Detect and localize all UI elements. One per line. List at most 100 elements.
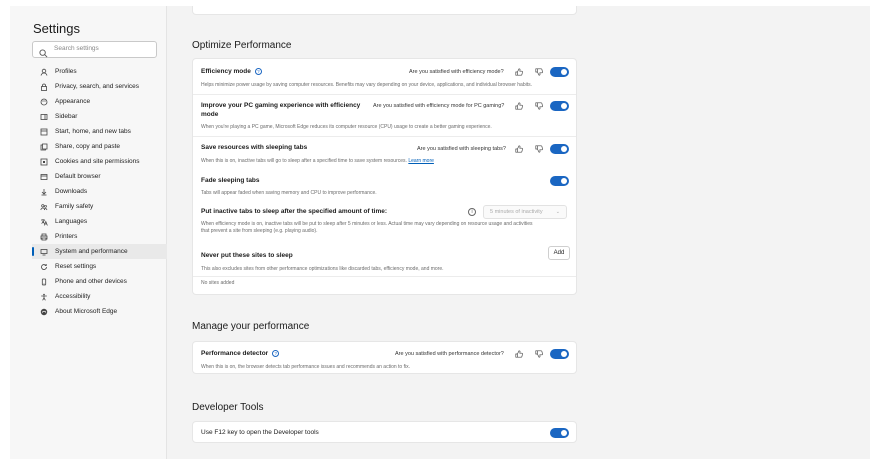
phone-icon bbox=[40, 278, 48, 286]
download-icon bbox=[40, 188, 48, 196]
thumbs-up-icon[interactable] bbox=[515, 68, 523, 76]
sleeping-tabs-desc: When this is on, inactive tabs will go t… bbox=[201, 158, 568, 165]
sidebar-item-accessibility[interactable]: Accessibility bbox=[32, 289, 167, 304]
sidebar-item-appearance[interactable]: Appearance bbox=[32, 94, 167, 109]
sidebar-item-label: Appearance bbox=[55, 98, 91, 105]
thumbs-down-icon[interactable] bbox=[535, 145, 543, 153]
share-icon bbox=[40, 143, 48, 151]
sidebar-item-label: Printers bbox=[55, 233, 78, 240]
sidebar-item-sidebar[interactable]: Sidebar bbox=[32, 109, 167, 124]
fade-sleeping-toggle[interactable] bbox=[550, 176, 569, 186]
sidebar-item-label: Downloads bbox=[55, 188, 88, 195]
efficiency-feedback-question: Are you satisfied with efficiency mode? bbox=[409, 69, 504, 75]
sidebar-item-reset-settings[interactable]: Reset settings bbox=[32, 259, 167, 274]
efficiency-mode-title: Efficiency mode bbox=[201, 68, 251, 75]
efficiency-mode-desc: Helps minimize power usage by saving com… bbox=[201, 82, 533, 88]
thumbs-down-icon[interactable] bbox=[535, 102, 543, 110]
home-icon bbox=[40, 128, 48, 136]
section-heading-devtools: Developer Tools bbox=[192, 402, 264, 413]
help-icon[interactable]: ? bbox=[272, 349, 280, 357]
sidebar-item-downloads[interactable]: Downloads bbox=[32, 184, 167, 199]
sidebar-item-label: Accessibility bbox=[55, 293, 91, 300]
never-sleep-desc: This also excludes sites from other perf… bbox=[201, 266, 444, 272]
search-placeholder: Search settings bbox=[54, 45, 99, 52]
sidebar-item-share-copy-and-paste[interactable]: Share, copy and paste bbox=[32, 139, 167, 154]
inactivity-time-select[interactable]: 5 minutes of inactivity ⌄ bbox=[483, 205, 567, 219]
f12-toggle[interactable] bbox=[550, 428, 569, 438]
detector-feedback-question: Are you satisfied with performance detec… bbox=[395, 351, 504, 357]
fade-sleeping-desc: Tabs will appear faded when saving memor… bbox=[201, 190, 377, 196]
sidebar-item-printers[interactable]: Printers bbox=[32, 229, 167, 244]
settings-window: Settings Search settings Profiles Privacy… bbox=[10, 6, 870, 459]
search-icon bbox=[39, 45, 48, 58]
sidebar-item-system-and-performance[interactable]: System and performance bbox=[32, 244, 167, 259]
system-icon bbox=[40, 248, 48, 256]
lock-icon bbox=[40, 83, 48, 91]
sidebar-item-label: Default browser bbox=[55, 173, 101, 180]
sidebar-item-default-browser[interactable]: Default browser bbox=[32, 169, 167, 184]
gaming-toggle[interactable] bbox=[550, 101, 569, 111]
sleeping-tabs-toggle[interactable] bbox=[550, 144, 569, 154]
thumbs-up-icon[interactable] bbox=[515, 145, 523, 153]
help-icon[interactable]: ? bbox=[254, 67, 262, 75]
never-sleep-title: Never put these sites to sleep bbox=[201, 252, 293, 259]
sidebar-nav: Profiles Privacy, search, and services App… bbox=[32, 64, 167, 319]
info-icon[interactable]: i bbox=[468, 208, 476, 216]
main-content: Optimize Performance Efficiency mode? Ar… bbox=[168, 6, 870, 459]
gaming-title: Improve your PC gaming experience with e… bbox=[201, 102, 361, 118]
sidebar-item-phone-and-other-devices[interactable]: Phone and other devices bbox=[32, 274, 167, 289]
sidebar-item-privacy-search-and-services[interactable]: Privacy, search, and services bbox=[32, 79, 167, 94]
thumbs-down-icon[interactable] bbox=[535, 350, 543, 358]
section-heading-optimize: Optimize Performance bbox=[192, 40, 292, 51]
divider bbox=[193, 276, 576, 277]
printer-icon bbox=[40, 233, 48, 241]
cookie-icon bbox=[40, 158, 48, 166]
sidebar-item-label: Reset settings bbox=[55, 263, 97, 270]
search-input[interactable]: Search settings bbox=[32, 41, 157, 58]
sidebar-item-label: Languages bbox=[55, 218, 88, 225]
performance-detector-title: Performance detector bbox=[201, 350, 269, 357]
fade-sleeping-title: Fade sleeping tabs bbox=[201, 177, 260, 184]
sleeping-feedback-question: Are you satisfied with sleeping tabs? bbox=[417, 146, 506, 152]
performance-detector-desc: When this is on, the browser detects tab… bbox=[201, 364, 410, 370]
sidebar-item-languages[interactable]: Languages bbox=[32, 214, 167, 229]
thumbs-down-icon[interactable] bbox=[535, 68, 543, 76]
divider bbox=[193, 94, 576, 95]
efficiency-mode-row: Efficiency mode? bbox=[201, 67, 568, 76]
add-site-button[interactable]: Add bbox=[548, 246, 570, 260]
devtools-card: Use F12 key to open the Developer tools bbox=[192, 421, 577, 443]
no-sites-text: No sites added bbox=[201, 280, 235, 286]
f12-row: Use F12 key to open the Developer tools bbox=[201, 428, 568, 437]
sidebar-item-cookies-and-site-permissions[interactable]: Cookies and site permissions bbox=[32, 154, 167, 169]
appearance-icon bbox=[40, 98, 48, 106]
sidebar-item-label: Share, copy and paste bbox=[55, 143, 121, 150]
accessibility-icon bbox=[40, 293, 48, 301]
manage-card: Performance detector? Are you satisfied … bbox=[192, 341, 577, 374]
sidebar-item-about-microsoft-edge[interactable]: About Microsoft Edge bbox=[32, 304, 167, 319]
sidebar: Settings Search settings Profiles Privacy… bbox=[10, 6, 167, 459]
inactivity-time-value: 5 minutes of inactivity bbox=[490, 209, 543, 215]
sidebar-item-label: About Microsoft Edge bbox=[55, 308, 118, 315]
thumbs-up-icon[interactable] bbox=[515, 350, 523, 358]
inactive-timer-desc: When efficiency mode is on, inactive tab… bbox=[201, 221, 533, 234]
sleeping-tabs-title: Save resources with sleeping tabs bbox=[201, 144, 308, 151]
performance-detector-toggle[interactable] bbox=[550, 349, 569, 359]
gaming-row: Improve your PC gaming experience with e… bbox=[201, 101, 366, 119]
sidebar-item-family-safety[interactable]: Family safety bbox=[32, 199, 167, 214]
browser-icon bbox=[40, 173, 48, 181]
gaming-desc: When you're playing a PC game, Microsoft… bbox=[201, 124, 492, 130]
sidebar-item-label: Cookies and site permissions bbox=[55, 158, 140, 165]
sidebar-item-start-home-and-new-tabs[interactable]: Start, home, and new tabs bbox=[32, 124, 167, 139]
optimize-card: Efficiency mode? Are you satisfied with … bbox=[192, 58, 577, 295]
reset-icon bbox=[40, 263, 48, 271]
learn-more-link[interactable]: Learn more bbox=[408, 158, 434, 164]
chevron-down-icon: ⌄ bbox=[555, 209, 560, 215]
sidebar-item-profiles[interactable]: Profiles bbox=[32, 64, 167, 79]
settings-title: Settings bbox=[33, 21, 80, 36]
thumbs-up-icon[interactable] bbox=[515, 102, 523, 110]
family-icon bbox=[40, 203, 48, 211]
sleeping-tabs-desc-text: When this is on, inactive tabs will go t… bbox=[201, 158, 407, 164]
edge-icon bbox=[40, 308, 48, 316]
gaming-feedback-question: Are you satisfied with efficiency mode f… bbox=[373, 103, 505, 109]
efficiency-mode-toggle[interactable] bbox=[550, 67, 569, 77]
